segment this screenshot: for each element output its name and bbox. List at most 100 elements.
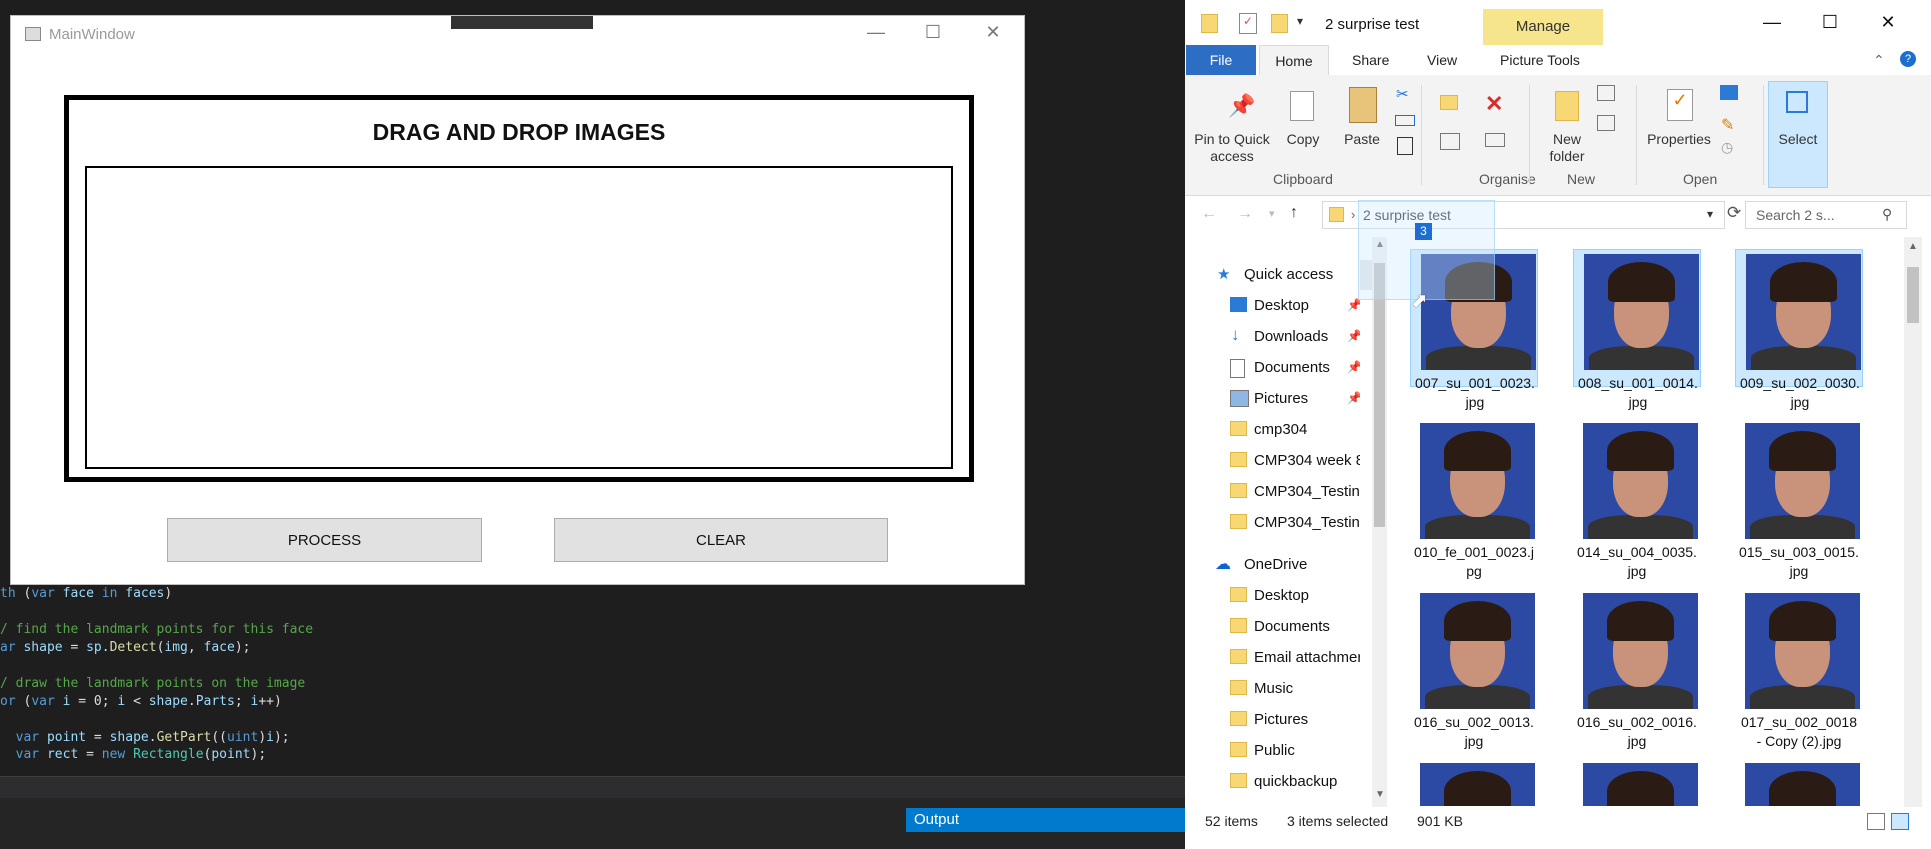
maximize-icon[interactable]: ☐ — [1810, 12, 1850, 33]
file-thumbnail[interactable]: 010_fe_001_0023.j pg — [1410, 419, 1538, 579]
clear-button[interactable]: CLEAR — [554, 518, 888, 562]
move-to-icon[interactable] — [1440, 95, 1458, 110]
breadcrumb-chevron-icon[interactable]: › — [1351, 207, 1355, 222]
file-name: 016_su_002_0016. jpg — [1577, 714, 1697, 749]
minimize-icon[interactable]: — — [861, 22, 891, 43]
up-icon[interactable]: ↑ — [1290, 204, 1298, 222]
copy-path-icon[interactable] — [1395, 115, 1415, 126]
nav-item-pictures[interactable]: Pictures 📌 — [1185, 384, 1360, 414]
nav-item-folder[interactable]: Documents — [1185, 612, 1360, 642]
ribbon-tabs: File Home Share View Picture Tools ⌃ ? — [1185, 45, 1931, 75]
nav-label: Music — [1254, 680, 1294, 697]
nav-label: CMP304_Testing — [1254, 514, 1360, 531]
paste-button[interactable]: Paste — [1338, 131, 1386, 148]
collapse-ribbon-icon[interactable]: ⌃ — [1873, 52, 1885, 69]
content-scroll-thumb[interactable] — [1907, 267, 1919, 323]
scroll-up-icon[interactable]: ▲ — [1908, 241, 1918, 252]
select-button[interactable]: Select — [1771, 131, 1825, 148]
manage-tab[interactable]: Manage — [1483, 9, 1603, 45]
folder-icon — [1230, 742, 1247, 757]
pin-to-quick-access-button[interactable]: Pin to Quick access — [1191, 131, 1273, 165]
help-icon[interactable]: ? — [1900, 51, 1916, 67]
file-thumbnail[interactable]: 016_su_002_0013. jpg — [1410, 589, 1538, 749]
file-name: 007_su_001_0023. jpg — [1415, 375, 1535, 410]
easy-access-icon[interactable] — [1597, 115, 1615, 131]
refresh-icon[interactable]: ⟳ — [1727, 203, 1741, 223]
window-title: MainWindow — [49, 26, 135, 43]
nav-item-folder[interactable]: CMP304_Testing — [1185, 508, 1360, 538]
recent-locations-icon[interactable]: ▾ — [1269, 207, 1275, 220]
open-group-label: Open — [1683, 171, 1718, 187]
close-icon[interactable]: ✕ — [1868, 12, 1908, 33]
cut-icon[interactable]: ✂ — [1396, 85, 1409, 103]
details-view-icon[interactable] — [1867, 813, 1885, 830]
new-item-icon[interactable] — [1597, 85, 1615, 101]
maximize-icon[interactable]: ☐ — [918, 22, 948, 43]
scroll-down-icon[interactable]: ▼ — [1375, 789, 1385, 800]
back-icon[interactable]: ← — [1201, 205, 1217, 223]
window-grip[interactable] — [451, 16, 593, 29]
nav-item-documents[interactable]: Documents 📌 — [1185, 353, 1360, 383]
nav-item-folder[interactable]: CMP304 week 8 — [1185, 446, 1360, 476]
nav-item-folder[interactable]: Public — [1185, 736, 1360, 766]
file-thumbnail[interactable]: 015_su_003_0015. jpg — [1735, 419, 1863, 579]
file-thumbnail[interactable]: 014_su_004_0035. jpg — [1573, 419, 1701, 579]
new-folder-button[interactable]: New folder — [1537, 131, 1597, 165]
photo-image — [1746, 254, 1861, 370]
properties-button[interactable]: Properties — [1643, 131, 1715, 148]
nav-item-folder[interactable]: cmp304 — [1185, 415, 1360, 445]
search-icon[interactable]: ⚲ — [1882, 206, 1892, 223]
clipboard-group-label: Clipboard — [1273, 171, 1333, 187]
star-icon: ★ — [1217, 266, 1231, 283]
output-panel-tab[interactable]: Output — [906, 808, 1185, 832]
paste-shortcut-icon[interactable] — [1397, 137, 1413, 155]
nav-item-folder[interactable]: CMP304_Testing — [1185, 477, 1360, 507]
nav-item-folder[interactable]: Email attachmer — [1185, 643, 1360, 673]
forward-icon[interactable]: → — [1237, 205, 1253, 223]
quick-access-dropdown-icon[interactable]: ▾ — [1297, 14, 1303, 28]
copy-to-icon[interactable] — [1440, 133, 1460, 150]
copy-button[interactable]: Copy — [1283, 131, 1323, 148]
folder-icon — [1230, 483, 1247, 498]
code-line: th (var face in faces) — [0, 586, 173, 601]
file-explorer-window: ✓ ▾ 2 surprise test Manage — ☐ ✕ File Ho… — [1185, 0, 1931, 849]
nav-onedrive[interactable]: ☁ OneDrive — [1185, 550, 1360, 580]
content-scrollbar[interactable]: ▲ — [1904, 237, 1922, 807]
file-thumbnail[interactable]: 017_su_002_0018- Copy (2).jpg — [1735, 589, 1863, 749]
nav-item-desktop[interactable]: Desktop 📌 — [1185, 291, 1360, 321]
properties-check-icon[interactable]: ✓ — [1239, 13, 1257, 34]
tab-view[interactable]: View — [1427, 52, 1457, 68]
nav-item-downloads[interactable]: ↓ Downloads 📌 — [1185, 322, 1360, 352]
nav-item-folder[interactable]: Desktop — [1185, 581, 1360, 611]
large-icons-view-icon[interactable] — [1891, 813, 1909, 830]
close-icon[interactable]: ✕ — [978, 22, 1008, 43]
tab-home[interactable]: Home — [1259, 45, 1329, 75]
nav-item-folder[interactable]: Pictures — [1185, 705, 1360, 735]
photo-image[interactable] — [1745, 763, 1860, 806]
chevron-down-icon[interactable]: ▾ — [1707, 207, 1713, 221]
drop-zone[interactable] — [85, 166, 953, 469]
rename-icon[interactable] — [1485, 133, 1505, 147]
process-button[interactable]: PROCESS — [167, 518, 482, 562]
new-folder-quick-icon[interactable] — [1271, 14, 1288, 33]
tab-file[interactable]: File — [1186, 45, 1256, 75]
edit-icon[interactable]: ✎ — [1721, 115, 1734, 135]
file-thumbnail[interactable]: 008_su_001_0014. jpg — [1573, 249, 1701, 410]
photo-image[interactable] — [1583, 763, 1698, 806]
minimize-icon[interactable]: — — [1752, 12, 1792, 33]
file-thumbnail[interactable]: 009_su_002_0030. jpg — [1735, 249, 1863, 410]
photo-image[interactable] — [1420, 763, 1535, 806]
tab-picture-tools[interactable]: Picture Tools — [1500, 52, 1580, 68]
nav-scroll-thumb[interactable] — [1374, 263, 1385, 527]
delete-icon[interactable]: ✕ — [1485, 91, 1503, 117]
file-thumbnail[interactable]: 016_su_002_0016. jpg — [1573, 589, 1701, 749]
ribbon-separator — [1636, 85, 1637, 185]
open-image-icon[interactable] — [1720, 85, 1738, 100]
properties-icon: ✓ — [1667, 89, 1693, 121]
nav-scrollbar[interactable]: ▲ ▼ — [1372, 237, 1387, 807]
history-icon[interactable]: ◷ — [1721, 139, 1733, 156]
nav-item-folder[interactable]: quickbackup — [1185, 767, 1360, 797]
nav-quick-access[interactable]: ★ Quick access — [1185, 260, 1360, 290]
nav-item-folder[interactable]: Music — [1185, 674, 1360, 704]
tab-share[interactable]: Share — [1352, 52, 1389, 68]
